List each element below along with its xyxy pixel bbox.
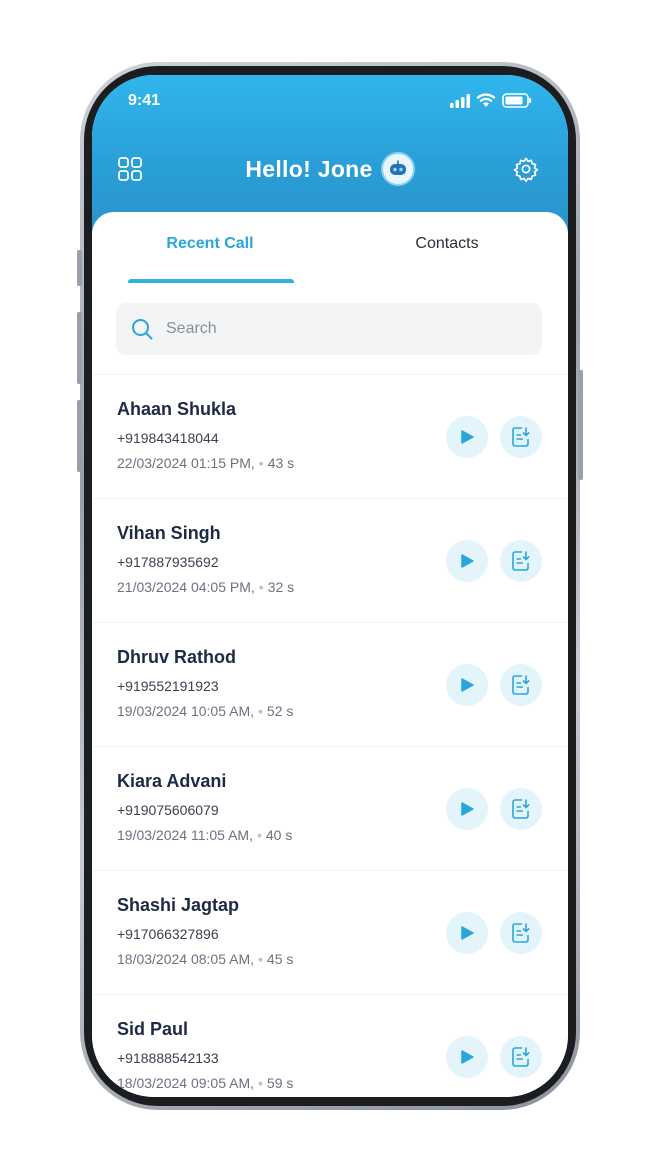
play-recording-button[interactable] <box>446 416 488 458</box>
status-icons <box>450 93 532 108</box>
gear-icon <box>513 157 539 182</box>
battery-icon <box>502 93 532 108</box>
play-icon <box>461 430 474 444</box>
app-screen: 9:41 Hello! Jone Recent Call Contacts Se… <box>92 75 568 1097</box>
download-recording-button[interactable] <box>500 416 542 458</box>
call-datetime: 18/03/2024 08:05 AM, <box>117 951 254 967</box>
call-duration: 43 s <box>267 455 295 471</box>
separator-dot: • <box>258 703 263 719</box>
call-row[interactable]: Ahaan Shukla +919843418044 22/03/2024 01… <box>92 374 568 498</box>
call-meta: 21/03/2024 04:05 PM, • 32 s <box>117 579 294 595</box>
bot-avatar[interactable] <box>380 152 415 186</box>
search-bar[interactable] <box>116 303 542 355</box>
file-download-icon <box>512 675 530 695</box>
play-icon <box>461 802 474 816</box>
page-title: Hello! Jone <box>245 155 373 182</box>
play-icon <box>461 1050 474 1064</box>
tab-contacts[interactable]: Contacts <box>347 235 547 253</box>
contact-name: Kiara Advani <box>117 771 227 791</box>
call-datetime: 19/03/2024 10:05 AM, <box>117 703 254 719</box>
file-download-icon <box>512 551 530 571</box>
contact-name: Sid Paul <box>117 1019 189 1039</box>
call-duration: 40 s <box>265 827 293 843</box>
contact-phone: +919843418044 <box>117 430 219 446</box>
separator-dot: • <box>258 455 264 471</box>
call-row[interactable]: Sid Paul +918888542133 18/03/2024 09:05 … <box>92 994 568 1097</box>
call-row[interactable]: Vihan Singh +917887935692 21/03/2024 04:… <box>92 498 568 622</box>
call-datetime: 22/03/2024 01:15 PM, <box>117 455 255 471</box>
phone-side-button <box>77 400 82 472</box>
call-meta: 18/03/2024 09:05 AM, • 59 s <box>117 1075 293 1091</box>
play-icon <box>461 926 474 940</box>
separator-dot: • <box>256 827 262 843</box>
play-recording-button[interactable] <box>446 912 488 954</box>
call-list: Ahaan Shukla +919843418044 22/03/2024 01… <box>92 374 568 1097</box>
phone-side-button <box>77 312 82 384</box>
call-row[interactable]: Shashi Jagtap +917066327896 18/03/2024 0… <box>92 870 568 994</box>
play-recording-button[interactable] <box>446 664 488 706</box>
separator-dot: • <box>258 951 263 967</box>
contact-phone: +918888542133 <box>117 1050 219 1066</box>
download-recording-button[interactable] <box>500 912 542 954</box>
phone-side-button <box>77 250 82 286</box>
play-icon <box>461 554 474 568</box>
download-recording-button[interactable] <box>500 1036 542 1078</box>
active-tab-indicator <box>128 279 294 283</box>
call-meta: 19/03/2024 11:05 AM, • 40 s <box>117 827 292 843</box>
file-download-icon <box>512 923 530 943</box>
contact-phone: +917887935692 <box>117 554 219 570</box>
separator-dot: • <box>258 1075 263 1091</box>
download-recording-button[interactable] <box>500 540 542 582</box>
wifi-icon <box>476 93 496 107</box>
status-time: 9:41 <box>128 92 161 109</box>
contact-name: Ahaan Shukla <box>117 399 237 419</box>
call-meta: 18/03/2024 08:05 AM, • 45 s <box>117 951 293 967</box>
header-title-row: Hello! Jone <box>92 151 568 187</box>
call-datetime: 18/03/2024 09:05 AM, <box>117 1075 254 1091</box>
contact-phone: +919075606079 <box>117 802 219 818</box>
robot-icon <box>389 160 406 175</box>
contact-name: Vihan Singh <box>117 523 221 543</box>
contact-name: Shashi Jagtap <box>117 895 240 915</box>
file-download-icon <box>512 427 530 447</box>
play-recording-button[interactable] <box>446 788 488 830</box>
call-duration: 52 s <box>266 703 294 719</box>
search-icon <box>132 319 153 340</box>
file-download-icon <box>512 799 530 819</box>
call-datetime: 19/03/2024 11:05 AM, <box>117 827 253 843</box>
phone-side-button <box>578 370 583 480</box>
search-input[interactable] <box>164 319 528 339</box>
call-row[interactable]: Kiara Advani +919075606079 19/03/2024 11… <box>92 746 568 870</box>
play-recording-button[interactable] <box>446 1036 488 1078</box>
download-recording-button[interactable] <box>500 664 542 706</box>
call-duration: 59 s <box>266 1075 294 1091</box>
play-recording-button[interactable] <box>446 540 488 582</box>
tab-recent-call[interactable]: Recent Call <box>110 235 310 253</box>
play-icon <box>461 678 474 692</box>
download-recording-button[interactable] <box>500 788 542 830</box>
separator-dot: • <box>258 579 264 595</box>
contact-phone: +919552191923 <box>117 678 219 694</box>
call-row[interactable]: Dhruv Rathod +919552191923 19/03/2024 10… <box>92 622 568 746</box>
file-download-icon <box>512 1047 530 1067</box>
call-meta: 19/03/2024 10:05 AM, • 52 s <box>117 703 293 719</box>
settings-button[interactable] <box>512 155 540 183</box>
signal-icon <box>450 93 470 108</box>
call-duration: 32 s <box>267 579 295 595</box>
call-duration: 45 s <box>266 951 294 967</box>
call-meta: 22/03/2024 01:15 PM, • 43 s <box>117 455 294 471</box>
call-datetime: 21/03/2024 04:05 PM, <box>117 579 255 595</box>
contact-name: Dhruv Rathod <box>117 647 236 667</box>
contact-phone: +917066327896 <box>117 926 219 942</box>
